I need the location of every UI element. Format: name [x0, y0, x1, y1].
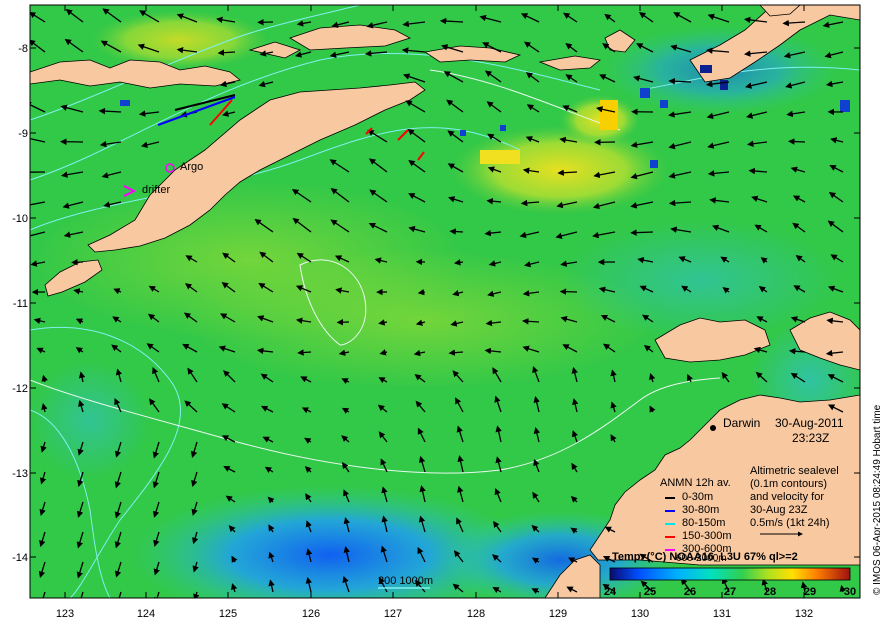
- depth-scale-label: 200 1000m: [378, 575, 434, 587]
- anmn-legend-title: ANMN 12h av.: [660, 477, 731, 489]
- anmn-legend-item: 150-300m: [682, 530, 732, 542]
- velocity-arrow: [71, 259, 84, 266]
- lat-label: -9: [18, 128, 28, 140]
- colorbar-title: Temp. (°C) NOAA16_L3U 67% ql>=2: [612, 551, 798, 563]
- lon-label: 131: [712, 608, 732, 620]
- velocity-arrow: [559, 288, 578, 295]
- colorbar-tick: 25: [643, 586, 657, 598]
- lon-label: 132: [794, 608, 814, 620]
- time-label: 23:23Z: [792, 431, 830, 445]
- colorbar-tick: 30: [843, 586, 857, 598]
- lon-label: 129: [548, 608, 568, 620]
- darwin-label: Darwin: [723, 416, 761, 430]
- lat-label: -8: [18, 43, 28, 55]
- drifter-label: drifter: [142, 184, 171, 196]
- velocity-arrow: [788, 138, 806, 145]
- lat-label: -12: [12, 383, 28, 395]
- colorbar-tick: 26: [683, 586, 697, 598]
- velocity-arrow: [297, 349, 312, 356]
- anmn-legend-item: 0-30m: [682, 491, 714, 503]
- credit-label: © IMOS 06-Apr-2015 08:24:49 Hobart time: [872, 404, 880, 595]
- lon-label: 125: [218, 608, 238, 620]
- colorbar-tick: 28: [763, 586, 777, 598]
- darwin-marker: [710, 425, 716, 431]
- lon-label: 127: [383, 608, 403, 620]
- map-area: [30, 5, 860, 598]
- lat-label: -13: [12, 468, 28, 480]
- colorbar-tick: 29: [803, 586, 817, 598]
- argo-label: Argo: [180, 161, 204, 173]
- colorbar-tick: 27: [723, 586, 737, 598]
- lon-label: 130: [630, 608, 650, 620]
- anmn-legend-item: 30-80m: [682, 504, 720, 516]
- lon-label: 124: [136, 608, 156, 620]
- colorbar: [609, 567, 851, 581]
- altimetry-note: Altimetric sealevel (0.1m contours) and …: [750, 465, 839, 529]
- anmn-legend-item: 80-150m: [682, 517, 726, 529]
- lat-label: -11: [12, 298, 28, 310]
- velocity-arrow: [630, 229, 654, 236]
- colorbar-tick: 24: [603, 586, 617, 598]
- sst-map: [29, 4, 861, 599]
- lat-label: -14: [12, 552, 28, 564]
- lat-label: -10: [12, 213, 28, 225]
- velocity-arrow: [449, 228, 464, 235]
- lon-label: 128: [466, 608, 486, 620]
- lon-label: 123: [55, 608, 75, 620]
- lon-label: 126: [301, 608, 321, 620]
- date-label: 30-Aug-2011: [775, 416, 844, 430]
